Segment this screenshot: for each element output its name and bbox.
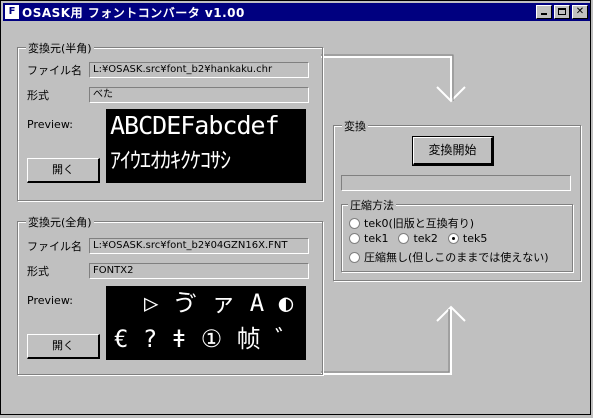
radio-circle[interactable] xyxy=(349,251,360,263)
radio-row: 圧縮無し(但しこのままでは使えない) xyxy=(349,249,559,265)
radio-label: tek0(旧版と互換有り) xyxy=(364,217,475,230)
full-open-button[interactable]: 開く xyxy=(27,334,100,359)
arrow-down-icon xyxy=(321,56,452,101)
group-title: 変換元(半角) xyxy=(26,40,94,56)
preview-line: € ? ǂ ① 帧 ゛ xyxy=(114,325,300,353)
group-title: 圧縮方法 xyxy=(348,197,396,213)
radio-none[interactable]: 圧縮無し(但しこのままでは使えない) xyxy=(349,249,549,265)
half-preview-box: ABCDEFabcdef ｱｲｳｴｵｶｷｸｹｺｻｼ xyxy=(106,109,306,183)
preview-line: ▷ ゔ ァ A ◐ xyxy=(144,289,294,317)
radio-circle[interactable] xyxy=(349,233,360,244)
radio-tek0[interactable]: tek0(旧版と互換有り) xyxy=(349,215,474,231)
arrow-up-icon xyxy=(321,307,452,375)
full-file-field[interactable]: L:¥OSASK.src¥font_b2¥04GZN16X.FNT xyxy=(89,238,309,254)
group-title: 変換元(全角) xyxy=(26,214,94,230)
radio-circle[interactable] xyxy=(447,233,459,244)
radio-circle[interactable] xyxy=(349,217,360,229)
radio-row: tek1 tek2 tek5 xyxy=(349,232,497,245)
half-file-field[interactable]: L:¥OSASK.src¥font_b2¥hankaku.chr xyxy=(89,62,309,78)
radio-tek5[interactable]: tek5 xyxy=(447,232,488,245)
full-format-field[interactable]: FONTX2 xyxy=(89,263,309,279)
radio-row: tek0(旧版と互換有り) xyxy=(349,215,484,231)
radio-tek2[interactable]: tek2 xyxy=(398,232,438,245)
radio-label: tek1 xyxy=(364,232,389,245)
start-convert-button[interactable]: 変換開始 xyxy=(412,136,494,166)
app-window: F OSASK用 フォントコンバータ v1.00 ✕ 変換元(半角) ファイル名… xyxy=(0,0,591,415)
format-label: 形式 xyxy=(27,265,49,278)
preview-line: ABCDEFabcdef xyxy=(110,111,280,140)
group-title: 変換 xyxy=(342,118,368,134)
full-preview-box: ▷ ゔ ァ A ◐ € ? ǂ ① 帧 ゛ xyxy=(106,286,306,360)
half-open-button[interactable]: 開く xyxy=(27,158,100,183)
radio-tek1[interactable]: tek1 xyxy=(349,232,388,245)
file-name-label: ファイル名 xyxy=(27,240,82,253)
radio-label: tek2 xyxy=(413,232,438,245)
radio-label: tek5 xyxy=(462,232,488,245)
half-format-field[interactable]: べた xyxy=(89,87,309,103)
preview-label: Preview: xyxy=(27,118,73,131)
preview-label: Preview: xyxy=(27,294,73,307)
preview-line: ｱｲｳｴｵｶｷｸｹｺｻｼ xyxy=(110,149,231,174)
convert-progress-bar xyxy=(341,175,571,191)
format-label: 形式 xyxy=(27,89,49,102)
radio-circle[interactable] xyxy=(398,233,410,244)
file-name-label: ファイル名 xyxy=(27,64,82,77)
radio-label: 圧縮無し(但しこのままでは使えない) xyxy=(364,251,549,264)
